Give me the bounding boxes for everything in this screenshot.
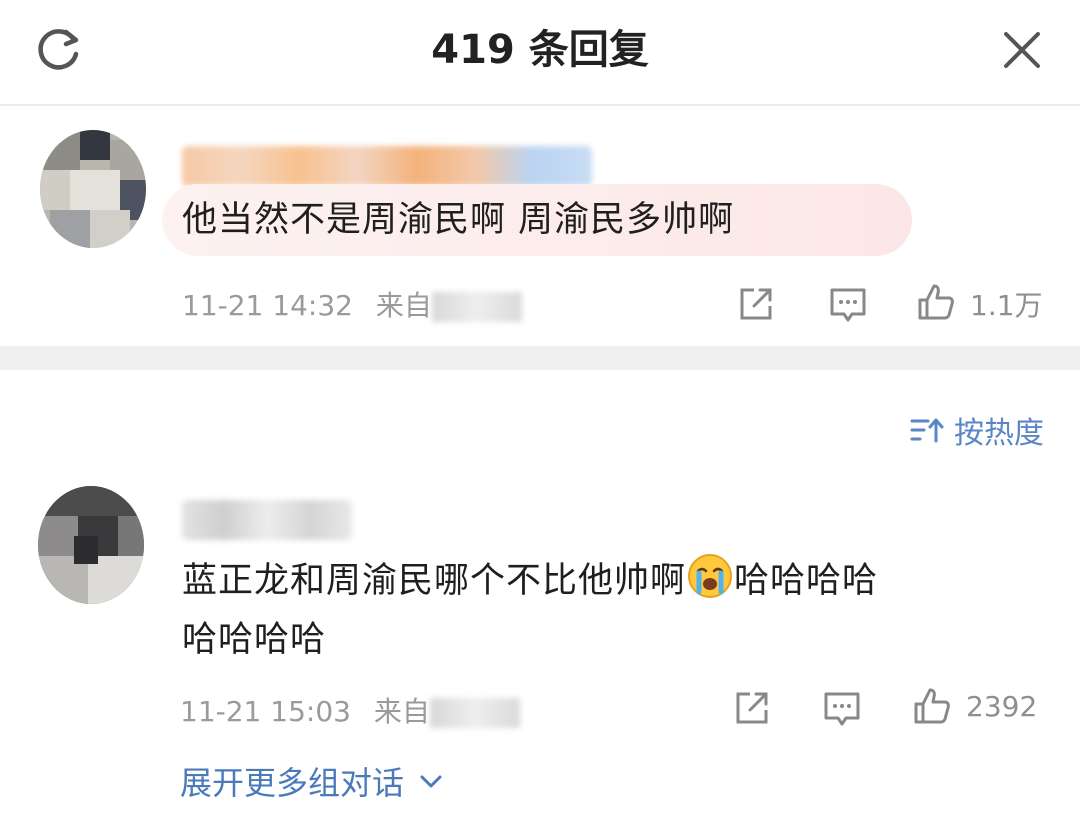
source-blurred	[429, 698, 520, 728]
comment-meta: 11-21 14:32 来自	[182, 284, 522, 324]
close-icon[interactable]	[998, 26, 1046, 74]
reply-text: 蓝正龙和周渝民哪个不比他帅啊	[182, 561, 687, 601]
expand-conversation-link[interactable]: 展开更多组对话	[180, 758, 446, 804]
crying-emoji-icon	[688, 554, 733, 598]
share-icon[interactable]	[730, 686, 774, 730]
sort-label: 按热度	[954, 416, 1044, 451]
like-icon[interactable]	[914, 280, 958, 324]
comment-icon[interactable]	[826, 282, 870, 326]
reply-text-line2: 哈哈哈哈	[182, 620, 327, 660]
reply-header: 419 条回复	[0, 0, 1080, 106]
expand-label: 展开更多组对话	[180, 764, 405, 802]
sort-button[interactable]: 按热度	[910, 410, 1044, 451]
reply-text-line1: 蓝正龙和周渝民哪个不比他帅啊 哈哈哈哈	[182, 552, 878, 609]
page-title: 419 条回复	[431, 27, 649, 73]
reply-meta: 11-21 15:03 来自	[180, 690, 520, 730]
like-count: 1.1万	[970, 289, 1043, 322]
like-count: 2392	[966, 690, 1038, 723]
chevron-down-icon	[420, 775, 442, 788]
avatar[interactable]	[40, 130, 146, 248]
like-icon[interactable]	[910, 684, 954, 728]
reply-source: 来自	[373, 695, 430, 728]
avatar[interactable]	[38, 486, 144, 604]
reply-text-suffix: 哈哈哈哈	[734, 561, 879, 601]
comment-source: 来自	[375, 289, 432, 322]
comment-time: 11-21 14:32	[182, 289, 353, 322]
source-blurred	[431, 292, 522, 322]
comment-icon[interactable]	[820, 686, 864, 730]
reply-time: 11-21 15:03	[180, 695, 351, 728]
sort-icon	[910, 418, 944, 443]
username-blurred[interactable]	[182, 500, 352, 540]
username-blurred[interactable]	[182, 146, 592, 186]
comment-text: 他当然不是周渝民啊 周渝民多帅啊	[182, 200, 735, 240]
section-divider	[0, 346, 1080, 370]
share-icon[interactable]	[734, 282, 778, 326]
